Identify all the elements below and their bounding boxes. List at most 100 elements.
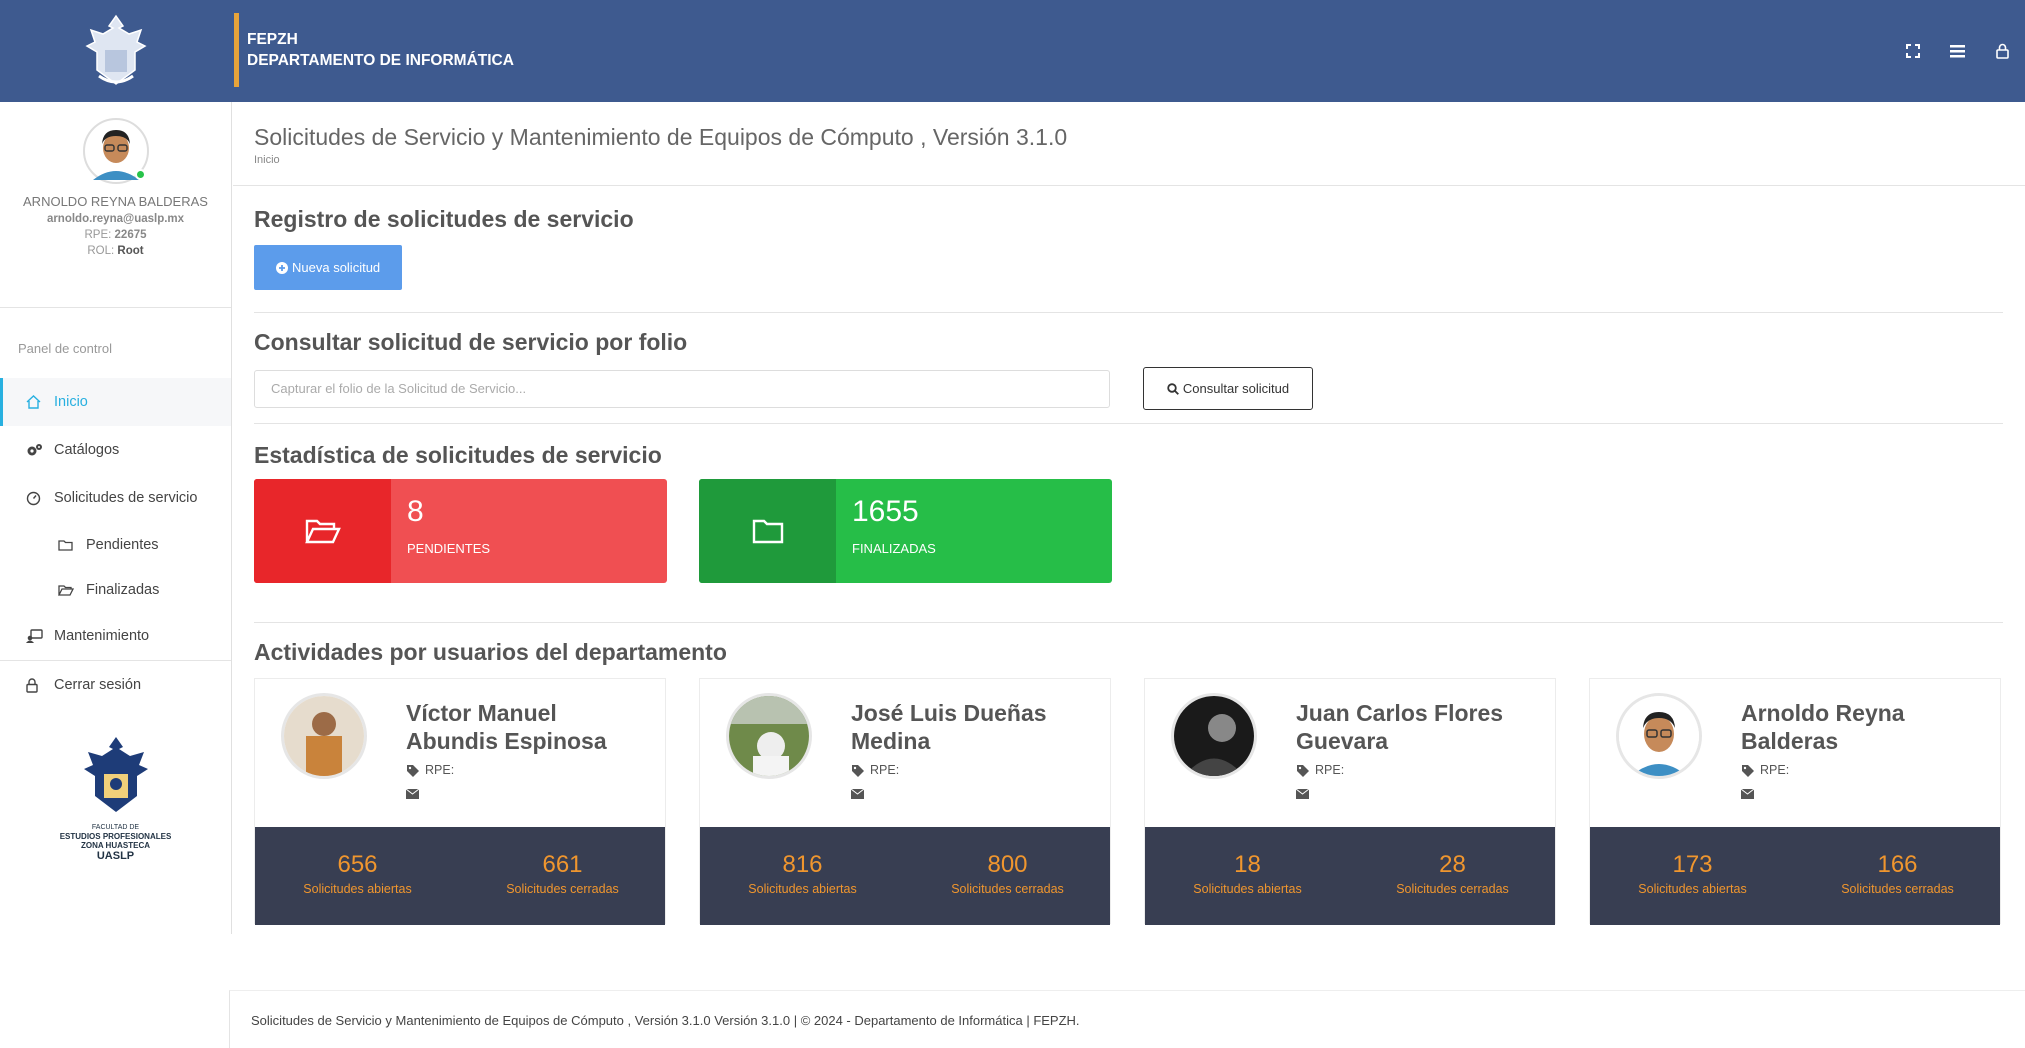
folder-open-icon [58,584,76,596]
open-requests: 18 Solicitudes abiertas [1193,851,1302,896]
registro-section: Registro de solicitudes de servicio Nuev… [254,186,2003,312]
lock-icon [26,677,44,693]
closed-requests: 28 Solicitudes cerradas [1396,851,1509,896]
user-rpe: RPE: 22675 [84,229,147,241]
estadistica-title: Estadística de solicitudes de servicio [254,442,662,468]
breadcrumb[interactable]: Inicio [254,154,2025,166]
user-profile: ARNOLDO REYNA BALDERAS arnoldo.reyna@uas… [0,102,231,308]
user-activity-card: Juan Carlos Flores Guevara RPE: 18 Solicit… [1144,678,1556,925]
estadistica-section: Estadística de solicitudes de servicio 8… [254,424,2003,622]
user-photo [281,693,367,779]
user-rpe: RPE: [851,763,899,777]
user-email [851,789,864,799]
tag-icon [1742,764,1754,777]
search-icon [1167,382,1179,395]
user-name: Víctor Manuel Abundis Espinosa [406,700,607,754]
sidebar-item-label: Catálogos [54,442,120,458]
closed-requests: 800 Solicitudes cerradas [951,851,1064,896]
header-title: FEPZH DEPARTAMENTO DE INFORMÁTICA [234,13,514,87]
gears-icon [26,443,44,457]
user-email [406,789,419,799]
user-email: arnoldo.reyna@uaslp.mx [46,213,185,225]
expand-icon[interactable] [1890,44,1935,58]
envelope-icon [406,789,419,799]
sidebar-item-cerrar-sesion[interactable]: Cerrar sesión [0,661,231,709]
page-title: Solicitudes de Servicio y Mantenimiento … [254,124,1068,150]
faculty-logo: FACULTAD DE ESTUDIOS PROFESIONALES ZONA … [0,734,231,863]
sidebar-item-label: Inicio [54,394,88,410]
sidebar-item-pendientes[interactable]: Pendientes [0,522,231,567]
closed-requests: 166 Solicitudes cerradas [1841,851,1954,896]
sidebar-item-label: Mantenimiento [54,628,150,644]
sidebar: ARNOLDO REYNA BALDERAS arnoldo.reyna@uas… [0,102,232,934]
sidebar-item-mantenimiento[interactable]: Mantenimiento [0,612,231,660]
faculty-line3: ZONA HUASTECA [80,841,151,850]
open-requests: 816 Solicitudes abiertas [748,851,857,896]
open-requests: 656 Solicitudes abiertas [303,851,412,896]
avatar [82,118,149,184]
sidebar-item-label: Pendientes [86,536,159,553]
eagle-logo[interactable] [0,0,232,102]
page-header: Solicitudes de Servicio y Mantenimiento … [233,102,2025,186]
sidebar-item-finalizadas[interactable]: Finalizadas [0,567,231,612]
home-icon [26,395,44,409]
nueva-solicitud-button[interactable]: Nueva solicitud [254,245,403,290]
user-email [1296,789,1309,799]
user-activity-card: José Luis Dueñas Medina RPE: 816 Solicitud… [699,678,1111,925]
faculty-line1: FACULTAD DE [91,824,140,831]
faculty-line2: ESTUDIOS PROFESIONALES [59,832,172,841]
panel-label: Panel de control [18,341,112,356]
user-role: ROL: Root [87,245,144,257]
folder-icon [699,479,836,583]
tag-icon [407,764,419,777]
lock-icon[interactable] [1980,43,2025,59]
plus-circle-icon [276,261,288,274]
consulta-title: Consultar solicitud de servicio por foli… [254,329,688,355]
sidebar-item-solicitudes[interactable]: Solicitudes de servicio [0,474,231,522]
pendientes-label: PENDIENTES [407,541,491,556]
finalizadas-card[interactable]: 1655 FINALIZADAS [699,479,1112,583]
consultar-solicitud-button[interactable]: Consultar solicitud [1143,367,1313,410]
finalizadas-label: FINALIZADAS [852,541,936,556]
folder-open-icon [254,479,391,583]
maintenance-icon [26,629,44,643]
sidebar-item-label: Solicitudes de servicio [54,490,198,506]
folder-icon [58,539,76,551]
user-name: José Luis Dueñas Medina [851,700,1047,754]
footer-text: Solicitudes de Servicio y Mantenimiento … [251,1013,1080,1028]
online-status-dot [134,169,146,180]
department-name: DEPARTAMENTO DE INFORMÁTICA [247,52,514,69]
user-photo [726,693,812,779]
user-name: Arnoldo Reyna Balderas [1741,700,1905,754]
sidebar-item-label: Cerrar sesión [54,677,142,693]
faculty-line4: UASLP [96,850,135,862]
open-requests: 173 Solicitudes abiertas [1638,851,1747,896]
user-photo [1616,693,1702,779]
user-rpe: RPE: [1296,763,1344,777]
user-name: ARNOLDO REYNA BALDERAS [23,194,208,209]
sidebar-item-inicio[interactable]: Inicio [0,378,231,426]
user-rpe: RPE: [1741,763,1789,777]
pendientes-card[interactable]: 8 PENDIENTES [254,479,667,583]
user-name: Juan Carlos Flores Guevara [1296,700,1504,754]
top-navbar: FEPZH DEPARTAMENTO DE INFORMÁTICA [0,0,2025,102]
user-activity-card: Arnoldo Reyna Balderas RPE: 173 Solicitude… [1589,678,2001,925]
actividades-title: Actividades por usuarios del departament… [254,639,727,665]
envelope-icon [1296,789,1309,799]
gauge-icon [26,491,44,506]
menu-icon[interactable] [1935,44,1980,58]
tag-icon [1297,764,1309,777]
user-email [1741,789,1754,799]
tag-icon [852,764,864,777]
envelope-icon [1741,789,1754,799]
footer: Solicitudes de Servicio y Mantenimiento … [229,990,2025,1048]
sidebar-item-catalogos[interactable]: Catálogos [0,426,231,474]
envelope-icon [851,789,864,799]
org-name: FEPZH [247,31,298,48]
sidebar-item-label: Finalizadas [86,581,160,598]
actividades-section: Actividades por usuarios del departament… [254,623,2003,925]
user-activity-card: Víctor Manuel Abundis Espinosa RPE: 656 So… [254,678,666,925]
finalizadas-count: 1655 [852,495,919,528]
user-rpe: RPE: [406,763,454,777]
folio-search-input[interactable] [254,369,1110,408]
